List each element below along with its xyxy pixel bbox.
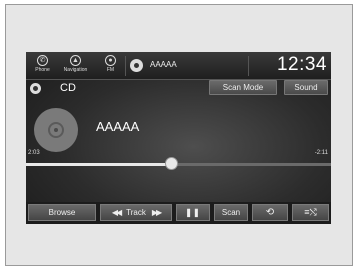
disc-hole — [54, 128, 58, 132]
skip-back-icon[interactable]: ◀◀ — [112, 208, 122, 217]
phone-label: Phone — [35, 67, 50, 73]
divider — [248, 56, 249, 76]
radio-icon: ● — [105, 55, 116, 66]
scan-button[interactable]: Scan — [214, 204, 248, 221]
audio-screen: ✆ Phone ▲ Navigation ● FM AAAAA 12:34 CD… — [26, 52, 331, 224]
phone-icon: ✆ — [37, 55, 48, 66]
source-title: CD — [60, 82, 76, 94]
scan-mode-button[interactable]: Scan Mode — [209, 80, 277, 95]
shuffle-button[interactable]: ≡⤭ — [292, 204, 329, 221]
navigation-button[interactable]: ▲ Navigation — [59, 53, 92, 78]
progress-bar[interactable] — [26, 157, 331, 170]
pause-button[interactable]: ❚❚ — [176, 204, 210, 221]
navigation-icon: ▲ — [70, 55, 81, 66]
clock: 12:34 — [276, 54, 327, 75]
pause-icon: ❚❚ — [185, 208, 201, 217]
phone-button[interactable]: ✆ Phone — [28, 53, 57, 78]
repeat-icon: ⟲ — [265, 207, 275, 218]
cd-source-icon — [30, 83, 41, 94]
disc-icon — [130, 59, 143, 72]
repeat-button[interactable]: ⟲ — [252, 204, 288, 221]
navigation-label: Navigation — [63, 67, 88, 73]
shuffle-icon: ≡⤭ — [304, 207, 317, 217]
skip-forward-icon[interactable]: ▶▶ — [152, 208, 162, 217]
top-bar: ✆ Phone ▲ Navigation ● FM AAAAA 12:34 — [26, 52, 331, 80]
track-label: Track — [126, 208, 146, 217]
progress-knob[interactable] — [165, 157, 179, 170]
fm-button[interactable]: ● FM — [96, 53, 125, 78]
bottom-controls: Browse ◀◀ Track ▶▶ ❚❚ Scan ⟲ ≡⤭ — [26, 202, 331, 224]
divider — [125, 56, 126, 76]
track-title: AAAAA — [96, 119, 140, 134]
progress-fill — [26, 163, 173, 166]
album-art — [34, 108, 78, 152]
sound-button[interactable]: Sound — [284, 80, 328, 95]
track-button[interactable]: ◀◀ Track ▶▶ — [100, 204, 172, 221]
fm-label: FM — [106, 67, 115, 73]
elapsed-time: 2:03 — [28, 150, 40, 156]
browse-button[interactable]: Browse — [28, 204, 96, 221]
remaining-time: -2:11 — [314, 150, 328, 156]
now-playing-source-text: AAAAA — [150, 60, 177, 69]
